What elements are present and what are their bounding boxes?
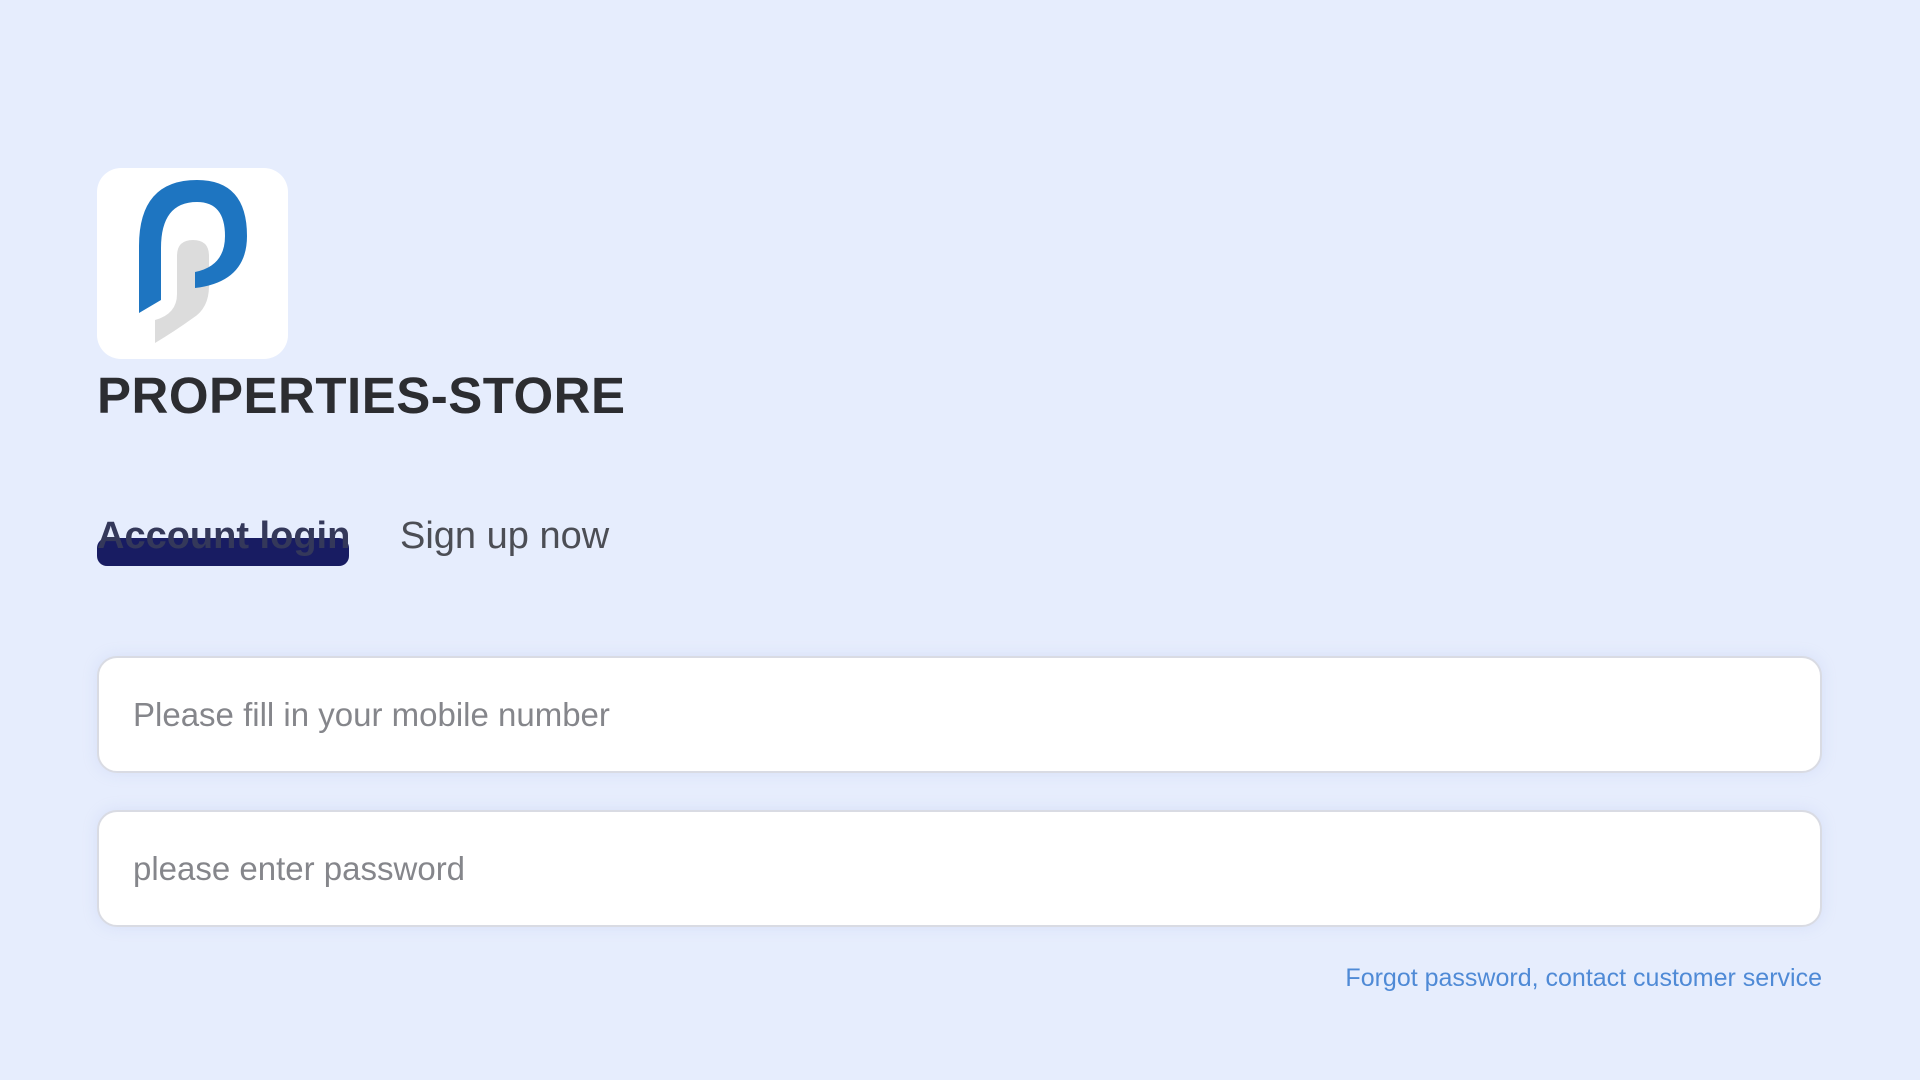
tab-account-login-label: Account login	[97, 515, 351, 557]
mobile-number-input[interactable]	[97, 656, 1822, 773]
app-logo	[97, 168, 288, 359]
password-input[interactable]	[97, 810, 1822, 927]
brand-title: PROPERTIES-STORE	[97, 367, 626, 424]
tab-sign-up[interactable]: Sign up now	[400, 510, 609, 562]
tab-account-login[interactable]: Account login	[97, 510, 351, 570]
login-page: PROPERTIES-STORE Account login Sign up n…	[0, 0, 1920, 1080]
p-logo-icon	[139, 180, 247, 343]
forgot-password-link[interactable]: Forgot password, contact customer servic…	[1345, 964, 1822, 993]
